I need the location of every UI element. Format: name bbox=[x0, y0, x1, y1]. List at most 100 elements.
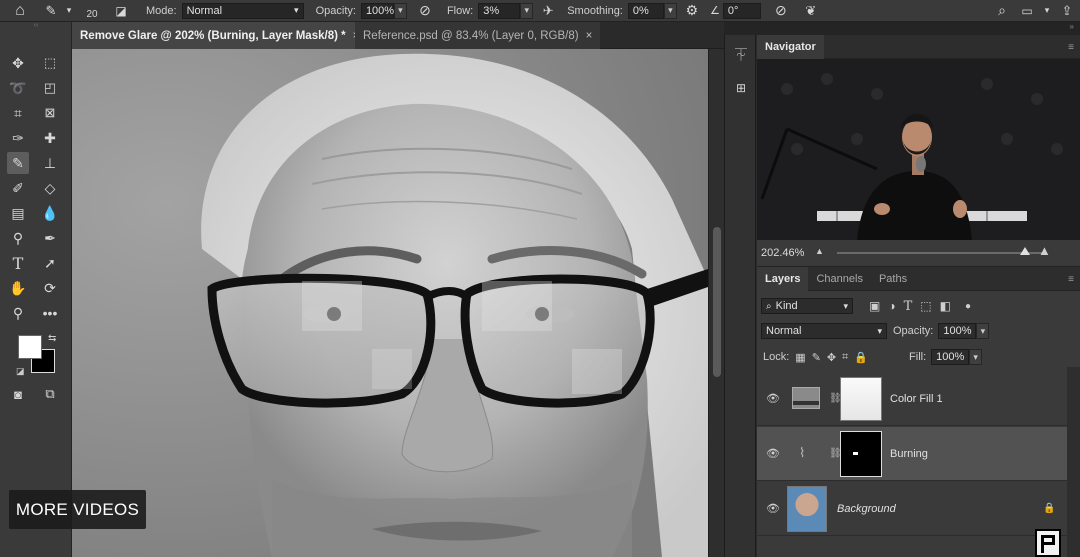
default-colors-icon[interactable]: ◪ bbox=[16, 366, 25, 377]
opacity-field[interactable]: 100% bbox=[360, 2, 394, 19]
filter-kind-select[interactable]: ⌕ Kind ▾ bbox=[761, 298, 853, 314]
scrollbar-thumb[interactable] bbox=[713, 227, 721, 377]
panel-menu-icon[interactable]: ≡ bbox=[1068, 42, 1074, 53]
lock-position-icon[interactable]: ✥ bbox=[827, 351, 836, 364]
rotate-view-tool-icon[interactable]: ⟳ bbox=[39, 277, 61, 299]
dodge-tool-icon[interactable]: ⚲ bbox=[7, 227, 29, 249]
foreground-color-swatch[interactable] bbox=[18, 335, 42, 359]
visibility-eye-icon[interactable]: 👁 bbox=[766, 392, 780, 405]
layer-row-background[interactable]: 👁 Background 🔒 bbox=[757, 482, 1067, 536]
swap-colors-icon[interactable]: ⇆ bbox=[48, 333, 56, 344]
history-panel-icon[interactable]: ⏇ bbox=[732, 45, 750, 63]
tab-navigator[interactable]: Navigator bbox=[757, 34, 824, 59]
tab-layers[interactable]: Layers bbox=[757, 266, 809, 291]
zoom-in-icon[interactable]: ▲ bbox=[1038, 243, 1051, 258]
more-tools-icon[interactable]: ••• bbox=[39, 302, 61, 324]
filter-toggle-icon[interactable]: ● bbox=[965, 301, 971, 312]
lock-transparent-icon[interactable]: ▦ bbox=[795, 351, 805, 364]
gear-icon[interactable]: ⚙ bbox=[677, 2, 707, 19]
fill-dropdown[interactable]: ▾ bbox=[969, 349, 983, 365]
flow-field[interactable]: 3% bbox=[478, 2, 521, 19]
type-tool-icon[interactable]: T bbox=[7, 252, 29, 274]
panel-menu-icon[interactable]: ≡ bbox=[1068, 274, 1074, 285]
brush-preset-icon[interactable]: ✎ bbox=[40, 3, 62, 19]
tab-remove-glare[interactable]: Remove Glare @ 202% (Burning, Layer Mask… bbox=[72, 22, 368, 49]
document-canvas[interactable] bbox=[72, 49, 708, 557]
zoom-slider[interactable] bbox=[837, 247, 1042, 255]
smoothing-field[interactable]: 0% bbox=[627, 2, 664, 19]
toolbar-grip[interactable]: ‹‹ bbox=[0, 22, 72, 32]
visibility-eye-icon[interactable]: 👁 bbox=[766, 502, 780, 515]
zoom-tool-icon[interactable]: ⚲ bbox=[7, 302, 29, 324]
lock-image-icon[interactable]: ✎ bbox=[812, 351, 821, 364]
zoom-value[interactable]: 202.46% bbox=[761, 247, 811, 259]
lock-all-icon[interactable]: 🔒 bbox=[854, 351, 868, 364]
layer-opacity-field[interactable]: 100% bbox=[938, 323, 977, 339]
adjustment-filter-icon[interactable]: ◑ bbox=[888, 299, 895, 313]
layer-row-burning[interactable]: 👁 ⌇ ⛓ Burning bbox=[757, 427, 1067, 481]
adjustments-panel-icon[interactable]: ⊞ bbox=[732, 79, 750, 97]
shape-filter-icon[interactable]: ⬚ bbox=[920, 299, 931, 313]
eyedropper-tool-icon[interactable]: ✑ bbox=[7, 127, 29, 149]
layers-scrollbar[interactable] bbox=[1067, 367, 1080, 557]
layer-name[interactable]: Burning bbox=[890, 448, 928, 460]
gradient-tool-icon[interactable]: ▤ bbox=[7, 202, 29, 224]
fill-field[interactable]: 100% bbox=[931, 349, 970, 365]
opacity-dropdown[interactable]: ▾ bbox=[393, 2, 407, 19]
marquee-tool-icon[interactable]: ⬚ bbox=[39, 52, 61, 74]
frame-tool-icon[interactable]: ⊠ bbox=[39, 102, 61, 124]
navigator-preview[interactable] bbox=[757, 59, 1080, 240]
search-icon[interactable]: ⌕ bbox=[990, 2, 1014, 19]
object-selection-tool-icon[interactable]: ◰ bbox=[39, 77, 61, 99]
mode-select[interactable]: Normal ▾ bbox=[181, 2, 304, 19]
angle-field[interactable]: 0° bbox=[722, 2, 761, 19]
lock-artboard-icon[interactable]: ⌗ bbox=[842, 351, 848, 364]
brush-tool-icon[interactable]: ✎ bbox=[7, 152, 29, 174]
smoothing-dropdown[interactable]: ▾ bbox=[663, 2, 677, 19]
collapse-panels-icon[interactable]: » bbox=[1070, 22, 1074, 31]
quick-mask-icon[interactable]: ◙ bbox=[7, 383, 29, 405]
symmetry-icon[interactable]: ❦ bbox=[801, 3, 821, 19]
pressure-opacity-icon[interactable]: ⊘ bbox=[407, 2, 443, 19]
layer-opacity-dropdown[interactable]: ▾ bbox=[976, 323, 990, 339]
tab-reference[interactable]: Reference.psd @ 83.4% (Layer 0, RGB/8) × bbox=[355, 22, 601, 49]
zoom-out-icon[interactable]: ▲ bbox=[815, 246, 824, 256]
layer-name[interactable]: Color Fill 1 bbox=[890, 393, 943, 405]
workspace-icon[interactable]: ▭ bbox=[1014, 4, 1040, 18]
zoom-slider-handle[interactable] bbox=[1020, 247, 1030, 255]
more-videos-button[interactable]: MORE VIDEOS bbox=[9, 490, 146, 529]
lasso-tool-icon[interactable]: ➰ bbox=[7, 77, 29, 99]
screen-mode-icon[interactable]: ⧉ bbox=[39, 383, 61, 405]
brush-settings-icon[interactable]: ◪ bbox=[108, 4, 134, 18]
layer-mask-thumbnail[interactable] bbox=[840, 377, 882, 421]
healing-brush-tool-icon[interactable]: ✚ bbox=[39, 127, 61, 149]
pressure-size-icon[interactable]: ⊘ bbox=[761, 2, 801, 19]
share-icon[interactable]: ⇪ bbox=[1054, 3, 1080, 19]
layer-row-color-fill[interactable]: 👁 ⛓ Color Fill 1 bbox=[757, 372, 1067, 426]
home-icon[interactable]: ⌂ bbox=[0, 2, 40, 20]
pixel-filter-icon[interactable]: ▣ bbox=[869, 299, 880, 313]
chevron-down-icon[interactable]: ▾ bbox=[62, 5, 76, 16]
layer-mask-thumbnail[interactable] bbox=[840, 431, 882, 477]
brush-size-value[interactable]: 20 bbox=[76, 1, 108, 20]
clone-stamp-tool-icon[interactable]: ⊥ bbox=[39, 152, 61, 174]
crop-tool-icon[interactable]: ⌗ bbox=[7, 102, 29, 124]
close-icon[interactable]: × bbox=[586, 30, 593, 42]
airbrush-icon[interactable]: ✈ bbox=[533, 3, 563, 19]
tab-paths[interactable]: Paths bbox=[871, 267, 915, 291]
path-selection-tool-icon[interactable]: ➚ bbox=[39, 252, 61, 274]
smart-object-filter-icon[interactable]: ◧ bbox=[940, 299, 951, 313]
visibility-eye-icon[interactable]: 👁 bbox=[766, 447, 780, 460]
move-tool-icon[interactable]: ✥ bbox=[7, 52, 29, 74]
blur-tool-icon[interactable]: 💧 bbox=[39, 202, 61, 224]
pen-tool-icon[interactable]: ✒ bbox=[39, 227, 61, 249]
hand-tool-icon[interactable]: ✋ bbox=[7, 277, 29, 299]
type-filter-icon[interactable]: T bbox=[904, 299, 913, 314]
blend-mode-select[interactable]: Normal ▾ bbox=[761, 323, 887, 339]
layer-name[interactable]: Background bbox=[837, 503, 896, 515]
canvas-vertical-scrollbar[interactable] bbox=[708, 49, 724, 557]
flow-dropdown[interactable]: ▾ bbox=[520, 2, 534, 19]
eraser-tool-icon[interactable]: ◇ bbox=[39, 177, 61, 199]
chevron-down-icon[interactable]: ▾ bbox=[1040, 5, 1054, 16]
history-brush-tool-icon[interactable]: ✐ bbox=[7, 177, 29, 199]
